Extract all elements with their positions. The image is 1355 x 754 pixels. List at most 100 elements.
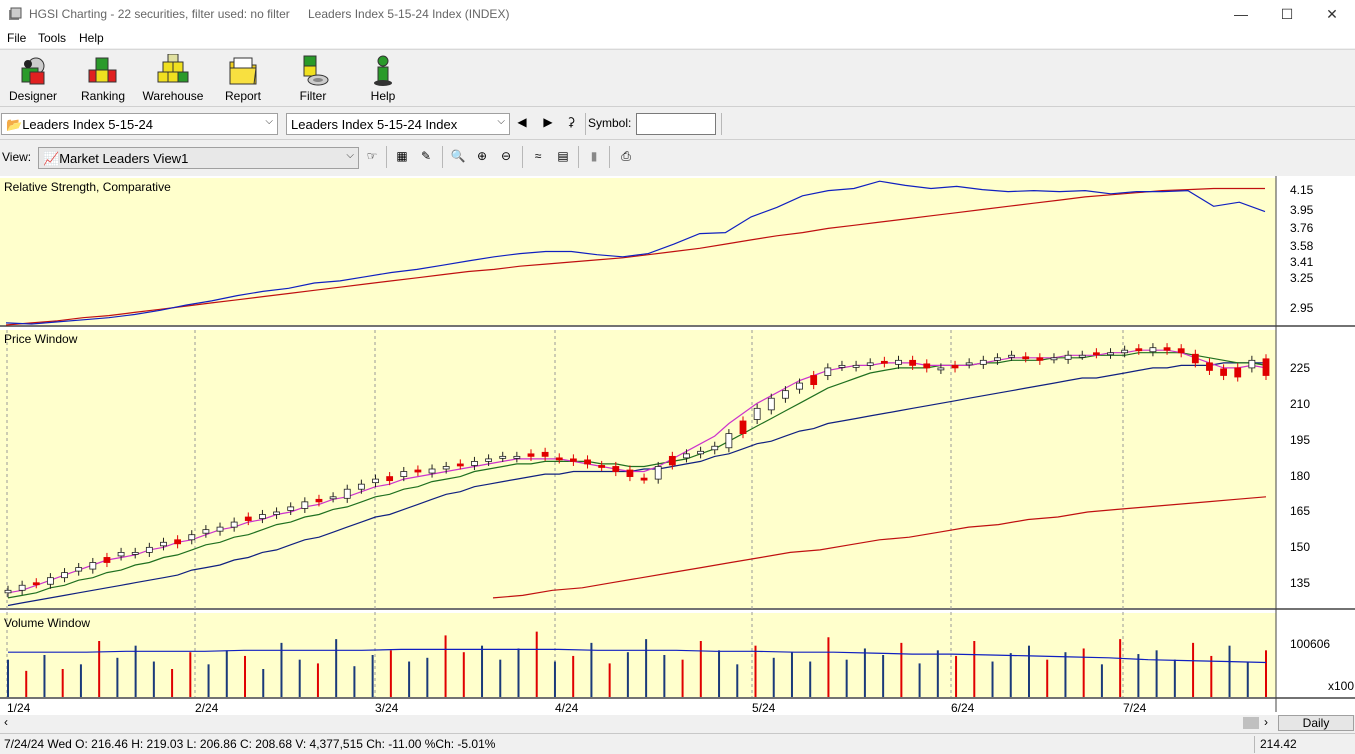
overlay-button[interactable]: ≈ — [528, 146, 548, 166]
folder-icon: 📂 — [6, 117, 23, 132]
candle-body — [994, 357, 1001, 361]
minimize-button[interactable]: — — [1218, 0, 1264, 28]
candle-body — [32, 582, 40, 586]
candle-body — [569, 458, 577, 462]
print-icon: ⎙ — [621, 148, 631, 163]
zoom-out-icon: ⊖ — [500, 149, 512, 163]
triangle-right-icon: ▶ — [543, 115, 553, 129]
find-button[interactable]: ⚳ — [561, 112, 581, 132]
ma-long-line — [7, 362, 1266, 607]
candle-body — [428, 468, 436, 474]
rs-line — [5, 180, 1266, 325]
view-settings-button[interactable]: ☞ — [362, 146, 382, 166]
app-icon — [9, 7, 22, 20]
zoom-button[interactable]: 🔍 — [448, 146, 468, 166]
candle-body — [174, 539, 182, 545]
report-button[interactable]: Report — [211, 52, 275, 106]
candle-body — [909, 359, 917, 366]
zoom-out-button[interactable]: ⊖ — [496, 146, 516, 166]
candle-body — [273, 511, 280, 515]
candle-body — [1036, 357, 1044, 361]
designer-label: Designer — [8, 89, 58, 103]
candle-body — [1220, 368, 1227, 376]
data-window-button[interactable]: ▤ — [553, 146, 573, 166]
candle-body — [767, 397, 775, 411]
scroll-right-icon[interactable]: › — [1264, 715, 1268, 729]
chart-type-button[interactable]: ▮ — [584, 146, 604, 166]
properties-button[interactable]: ▦ — [392, 146, 412, 166]
toolbar-separator — [585, 113, 586, 135]
ranking-icon — [88, 57, 117, 83]
edit-button[interactable]: ✎ — [416, 146, 436, 166]
candle-body — [301, 501, 309, 509]
candle-body — [1191, 353, 1199, 364]
candle-body — [697, 450, 705, 455]
candle-body — [230, 521, 238, 528]
candle-body — [131, 552, 139, 555]
horizontal-scrollbar[interactable]: ‹ › — [0, 715, 1276, 731]
candle-body — [1121, 349, 1129, 354]
rs-tick: 3.95 — [1290, 203, 1314, 217]
period-button[interactable]: Daily — [1278, 715, 1354, 731]
x-tick: 5/24 — [752, 701, 776, 715]
maximize-button[interactable]: ☐ — [1264, 0, 1310, 28]
candle-body — [499, 455, 507, 459]
candle-body — [937, 367, 945, 371]
candle-body — [555, 457, 563, 461]
candle-body — [244, 516, 252, 521]
help-icon — [374, 55, 392, 86]
pointer-icon: ☞ — [366, 149, 378, 163]
candle-body — [824, 367, 832, 376]
price-tick: 210 — [1290, 397, 1311, 411]
security-combo[interactable]: Leaders Index 5-15-24 Index ⌵ — [286, 113, 510, 135]
next-security-button[interactable]: ▶ — [538, 112, 558, 132]
status-separator — [1254, 736, 1255, 753]
candle-body — [89, 562, 97, 570]
designer-icon — [21, 57, 45, 85]
candle-body — [527, 453, 535, 457]
toolbar-separator — [609, 146, 610, 168]
candle-body — [315, 498, 323, 503]
filter-button[interactable]: Filter — [281, 52, 345, 106]
filter-label: Filter — [299, 89, 327, 103]
zoom-in-button[interactable]: ⊕ — [472, 146, 492, 166]
close-button[interactable]: ✕ — [1309, 0, 1355, 28]
candle-body — [386, 476, 394, 482]
view-label: View: — [2, 150, 32, 164]
menu-help[interactable]: Help — [79, 31, 104, 45]
previous-security-button[interactable]: ◀ — [512, 112, 532, 132]
candle-body — [584, 459, 591, 465]
menu-file[interactable]: File — [7, 31, 26, 45]
candle-body — [1064, 354, 1072, 360]
print-button[interactable]: ⎙ — [616, 146, 636, 166]
list-combo[interactable]: 📂Leaders Index 5-15-24 ⌵ — [1, 113, 278, 135]
candle-body — [612, 466, 620, 472]
rs-ma-line — [5, 187, 1265, 326]
scroll-left-icon[interactable]: ‹ — [4, 715, 8, 729]
warehouse-icon — [157, 54, 189, 83]
warehouse-button[interactable]: Warehouse — [141, 52, 205, 106]
candle-body — [343, 488, 351, 499]
rs-tick: 4.15 — [1290, 183, 1314, 197]
help-button[interactable]: Help — [351, 52, 415, 106]
candle-body — [852, 364, 860, 368]
candle-body — [866, 362, 874, 366]
candle-body — [456, 463, 464, 467]
help-label: Help — [370, 89, 396, 103]
properties-icon: ▦ — [396, 149, 408, 163]
candle-body — [400, 471, 408, 477]
symbol-input[interactable] — [636, 113, 716, 135]
status-ohlc: 7/24/24 Wed O: 216.46 H: 219.03 L: 206.8… — [4, 737, 496, 751]
menu-tools[interactable]: Tools — [38, 31, 66, 45]
view-combo-value: Market Leaders View1 — [59, 151, 189, 166]
scrollbar-thumb[interactable] — [1243, 717, 1259, 729]
candle-body — [810, 375, 818, 385]
designer-button[interactable]: Designer — [1, 52, 65, 106]
candle-body — [683, 453, 690, 459]
x-tick: 1/24 — [7, 701, 31, 715]
ranking-button[interactable]: Ranking — [71, 52, 135, 106]
candle-body — [668, 455, 676, 466]
x-tick: 2/24 — [195, 701, 219, 715]
view-combo[interactable]: 📈Market Leaders View1 ⌵ — [38, 147, 359, 169]
candle-body — [513, 455, 521, 459]
